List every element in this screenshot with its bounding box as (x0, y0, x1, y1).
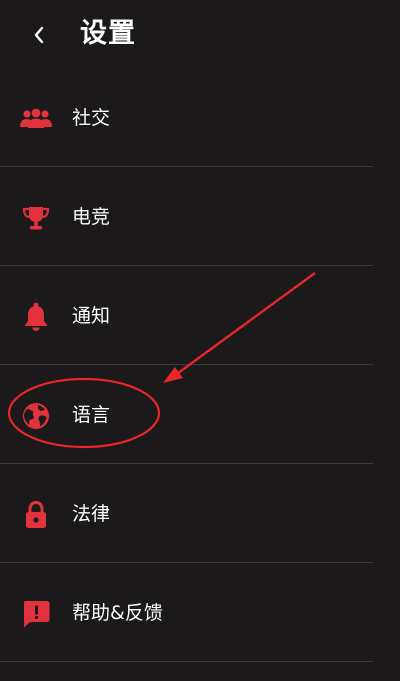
header: 设置 (0, 0, 400, 70)
settings-menu: 社交 电竞 通知 语言 法律 帮助&反馈 (0, 68, 400, 662)
trophy-icon (20, 202, 52, 234)
feedback-icon (20, 598, 52, 630)
bell-icon (20, 301, 52, 333)
globe-icon (20, 400, 52, 432)
settings-screen: 设置 社交 电竞 通知 语言 法律 帮助&反馈 (0, 0, 400, 681)
menu-item-legal[interactable]: 法律 (0, 464, 400, 563)
menu-item-label: 社交 (72, 107, 111, 129)
menu-item-label: 法律 (72, 503, 111, 525)
lock-icon (20, 499, 52, 531)
page-title: 设置 (80, 18, 136, 49)
back-button[interactable] (22, 18, 56, 52)
menu-item-label: 电竞 (72, 206, 111, 228)
menu-item-esports[interactable]: 电竞 (0, 167, 400, 266)
menu-item-label: 通知 (72, 305, 111, 327)
divider (0, 661, 373, 662)
menu-item-social[interactable]: 社交 (0, 68, 400, 167)
chevron-left-icon (34, 26, 44, 44)
menu-item-label: 帮助&反馈 (72, 602, 163, 624)
people-icon (20, 103, 52, 135)
menu-item-help-feedback[interactable]: 帮助&反馈 (0, 563, 400, 662)
menu-item-label: 语言 (72, 404, 111, 426)
menu-item-notifications[interactable]: 通知 (0, 266, 400, 365)
menu-item-language[interactable]: 语言 (0, 365, 400, 464)
